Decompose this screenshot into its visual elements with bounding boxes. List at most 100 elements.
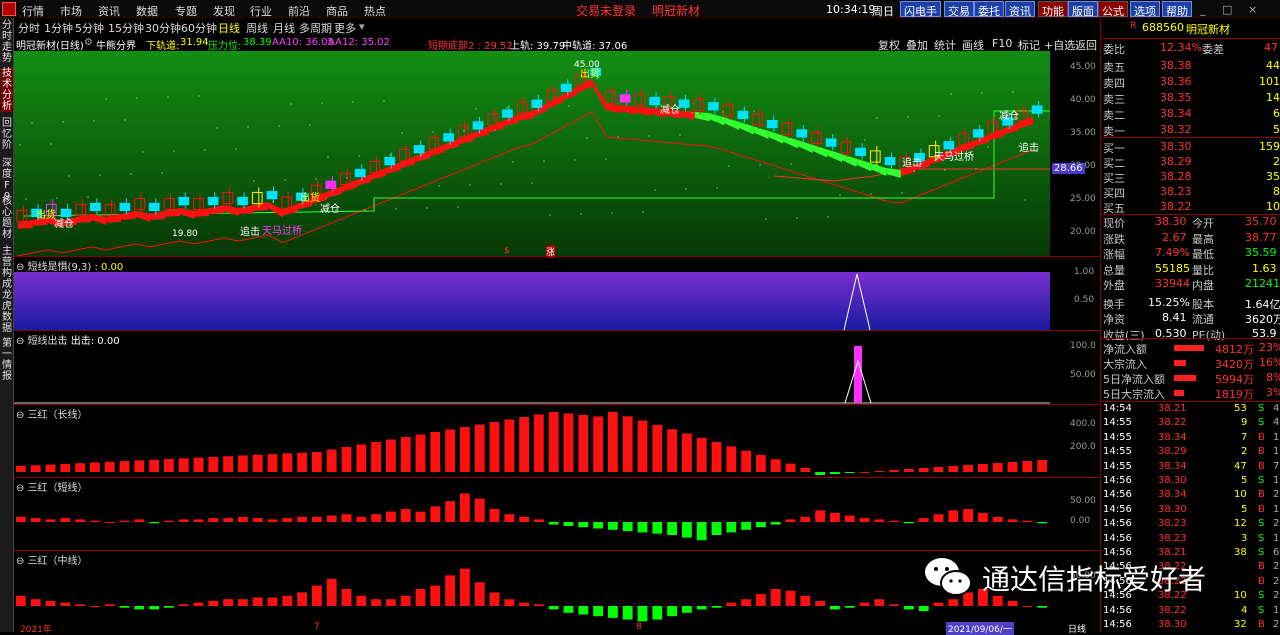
ask-row[interactable]: 卖二 38.34 6 (1102, 106, 1280, 122)
tab-intraday[interactable]: 分时走势 (1, 20, 13, 64)
dot (543, 160, 545, 162)
menu-item-news[interactable]: 资讯 (98, 3, 120, 19)
period-15min[interactable]: 15分钟 (108, 20, 144, 36)
tick-row[interactable]: 14:56 38.30 32 B 2 (1102, 619, 1280, 633)
period-monthly[interactable]: 月线 (273, 20, 295, 36)
dot (685, 188, 687, 190)
tick-row[interactable]: 14:55 38.22 9 S 4 (1102, 417, 1280, 431)
bid-row[interactable]: 买二 38.29 2 (1102, 154, 1280, 170)
histogram-bar (652, 424, 663, 472)
ask-row[interactable]: 卖一 38.32 5 (1102, 122, 1280, 138)
ask-row[interactable]: 卖五 38.38 44 (1102, 58, 1280, 74)
bid-volume: 35 (1266, 170, 1280, 183)
histogram-bar (119, 520, 130, 522)
trade-button[interactable]: 交易 (944, 1, 974, 18)
tick-price: 38.34 (1158, 489, 1187, 501)
pane-short-attack[interactable]: ⊖ 短线出击 出击: 0.00 100.0 50.00 (14, 330, 1100, 404)
candle (649, 96, 660, 106)
close-icon[interactable]: × (1248, 3, 1257, 16)
histogram-bar (504, 599, 515, 606)
dot (586, 137, 588, 139)
histogram-bar (415, 511, 426, 522)
order-button[interactable]: 委托 (974, 1, 1004, 18)
annotation: 出货 (580, 69, 600, 80)
tick-row[interactable]: 14:56 38.30 5 B 1 (1102, 504, 1280, 518)
main-kline-chart[interactable]: 45.00 40.00 35.00 30.00 25.00 20.00 28.6… (13, 51, 1100, 258)
axis-month: 7 (314, 622, 320, 632)
tick-row[interactable]: 14:56 38.30 5 S 1 (1102, 475, 1280, 489)
menu-item-topics[interactable]: 专题 (175, 3, 197, 19)
candle (884, 156, 896, 166)
period-weekly[interactable]: 周线 (246, 20, 268, 36)
dot (426, 207, 428, 209)
tick-row[interactable]: 14:56 38.22 4 S 1 (1102, 605, 1280, 619)
period-60min[interactable]: 60分钟 (181, 20, 217, 36)
indicator-name[interactable]: 牛熊分界 (96, 37, 136, 52)
period-intraday[interactable]: 分时 (18, 20, 40, 36)
period-multi[interactable]: 多周期 (299, 20, 332, 36)
tick-row[interactable]: 14:56 38.34 10 B 2 (1102, 489, 1280, 503)
pane-sanhong-short[interactable]: ⊖ 三红（短线） 50.00 0.00 (14, 477, 1100, 550)
menu-item-hot[interactable]: 热点 (364, 3, 386, 19)
tab-technical[interactable]: 技术分析 (1, 68, 13, 112)
tick-row[interactable]: 14:55 38.29 2 B 1 (1102, 446, 1280, 460)
histogram-bar (578, 522, 589, 528)
pane-sanhong-long[interactable]: ⊖ 三红（长线） 400.0 200.0 (14, 404, 1100, 477)
help-button[interactable]: 帮助 (1162, 1, 1192, 18)
settings-icon[interactable]: ⚙ (84, 37, 93, 48)
tick-row[interactable]: 14:56 38.23 3 S 1 (1102, 533, 1280, 547)
tick-price: 38.30 (1158, 475, 1187, 486)
dot (358, 155, 360, 157)
menu-item-data[interactable]: 数据 (136, 3, 158, 19)
minimize-icon[interactable]: _ (1200, 3, 1206, 16)
histogram-bar (430, 432, 441, 472)
tab-replay[interactable]: 回忆阶 (1, 118, 13, 151)
layout-button[interactable]: 版面 (1068, 1, 1098, 18)
ask-row[interactable]: 卖三 38.35 14 (1102, 90, 1280, 106)
pane-short-fear[interactable]: ⊖ 短线是惧(9,3) : 0.00 1.00 0.50 (14, 256, 1100, 330)
bid-row[interactable]: 买五 38.22 10 (1102, 199, 1280, 215)
menu-item-commodity[interactable]: 商品 (326, 3, 348, 19)
tab-first-intel[interactable]: 第一情报 (1, 338, 13, 382)
chevron-down-icon[interactable]: ▾ (359, 20, 365, 33)
period-1min[interactable]: 1分钟 (44, 20, 73, 36)
menu-item-frontier[interactable]: 前沿 (288, 3, 310, 19)
tab-core-topic[interactable]: 核心题材 (1, 196, 13, 240)
tab-dragon-tiger[interactable]: 龙虎数据 (1, 290, 13, 334)
tick-row[interactable]: 14:56 38.23 12 S 2 (1102, 518, 1280, 532)
candle (119, 202, 131, 212)
ask-row[interactable]: 卖四 38.36 101 (1102, 74, 1280, 90)
menu-item-discover[interactable]: 发现 (213, 3, 235, 19)
wechat-icon (925, 558, 972, 596)
flash-trade-button[interactable]: 闪电手 (900, 1, 941, 18)
left-tab-bar: 分时走势 技术分析 回忆阶 深度F9 核心题材 主营构成 龙虎数据 第一情报 (0, 18, 14, 632)
options-button[interactable]: 选项 (1130, 1, 1160, 18)
period-5min[interactable]: 5分钟 (75, 20, 104, 36)
info-button[interactable]: 资讯 (1005, 1, 1035, 18)
bid-row[interactable]: 买三 38.28 35 (1102, 169, 1280, 185)
tab-business[interactable]: 主营构成 (1, 246, 13, 290)
dot (654, 189, 656, 191)
bid-row[interactable]: 买一 38.30 159 (1102, 139, 1280, 155)
dot (531, 182, 533, 184)
histogram-bar (1007, 462, 1018, 472)
maximize-icon[interactable]: □ (1222, 3, 1232, 16)
period-daily[interactable]: 日线 (218, 20, 240, 36)
tick-row[interactable]: 14:54 38.21 53 S 4 (1102, 403, 1280, 417)
f10-button[interactable]: F10 (992, 37, 1012, 50)
function-button[interactable]: 功能 (1038, 1, 1068, 18)
flow-row: 5日净流入额5994万8% (1102, 370, 1280, 386)
histogram-bar (164, 520, 174, 522)
period-30min[interactable]: 30分钟 (145, 20, 181, 36)
bid-row[interactable]: 买四 38.23 8 (1102, 184, 1280, 200)
tick-row[interactable]: 14:55 38.34 47 B 7 (1102, 461, 1280, 475)
menu-item-industry[interactable]: 行业 (250, 3, 272, 19)
formula-button[interactable]: 公式 (1098, 1, 1128, 18)
histogram-bar (889, 470, 899, 472)
menu-item-quotes[interactable]: 行情 (22, 3, 44, 19)
menu-item-market[interactable]: 市场 (60, 3, 82, 19)
period-more[interactable]: 更多 (334, 20, 356, 36)
tick-row[interactable]: 14:55 38.34 7 B 1 (1102, 432, 1280, 446)
tick-side: B (1258, 460, 1265, 472)
tick-count: 2 (1273, 561, 1280, 573)
